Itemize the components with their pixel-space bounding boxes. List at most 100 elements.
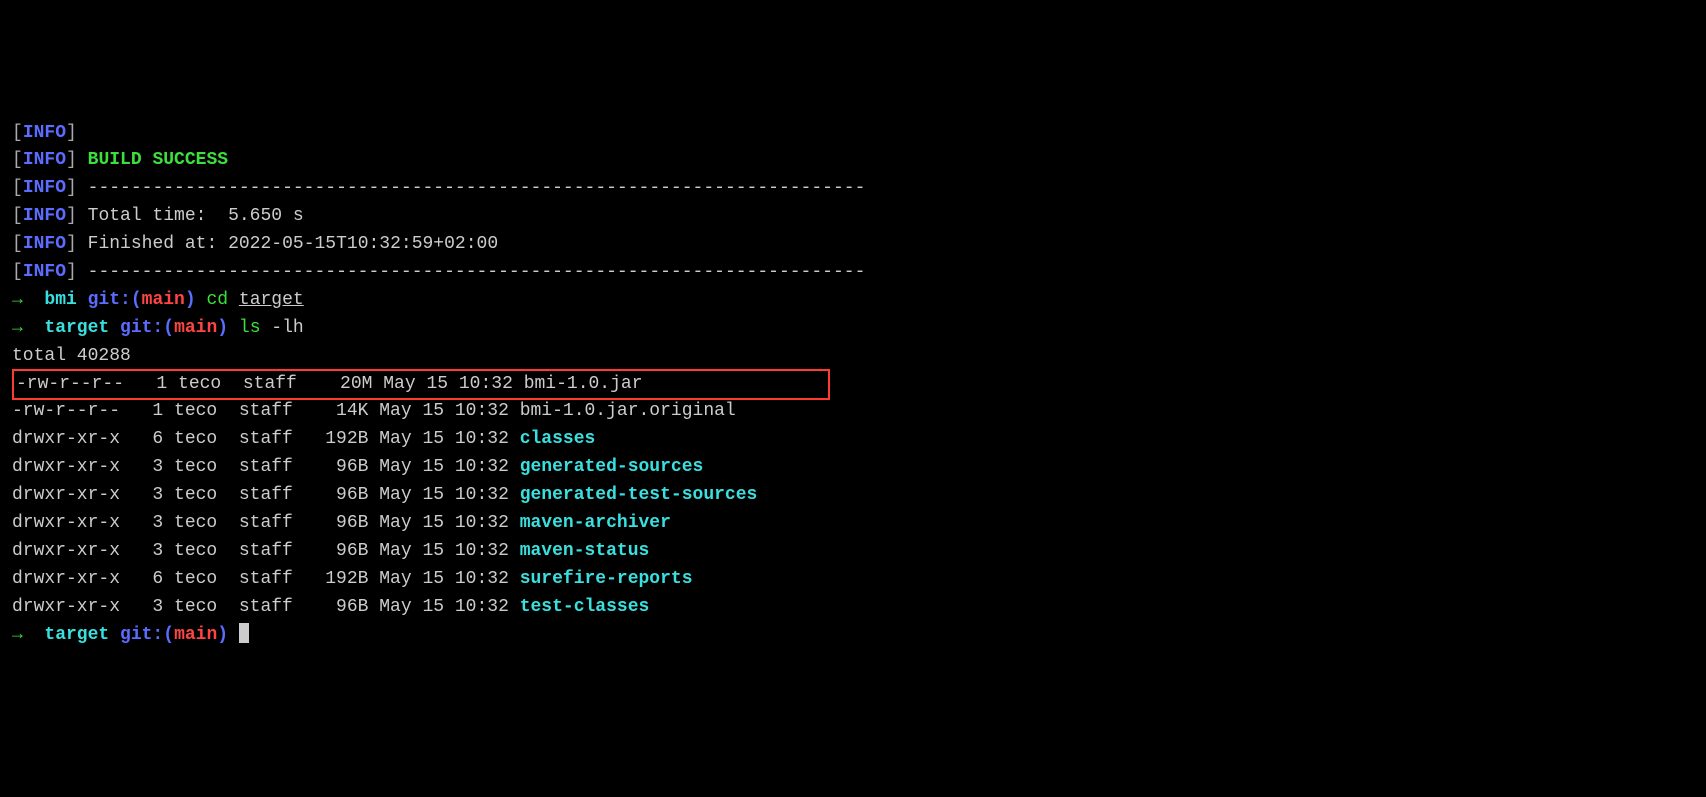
bracket: [ (12, 150, 23, 170)
file-row: drwxr-xr-x 3 teco staff 96B May 15 10:32… (12, 594, 1694, 622)
command-cd: cd (206, 290, 228, 310)
finished-value: 2022-05-15T10:32:59+02:00 (228, 234, 498, 254)
git-paren: ( (163, 318, 174, 338)
file-row-inner: drwxr-xr-x 3 teco staff 96B May 15 10:32… (12, 541, 649, 561)
file-row: drwxr-xr-x 3 teco staff 96B May 15 10:32… (12, 510, 1694, 538)
build-info-line: [INFO] Finished at: 2022-05-15T10:32:59+… (12, 231, 1694, 259)
file-row-inner: drwxr-xr-x 6 teco staff 192B May 15 10:3… (12, 429, 595, 449)
command-ls: ls (239, 318, 261, 338)
git-paren: ) (185, 290, 207, 310)
separator: ----------------------------------------… (88, 262, 866, 282)
terminal-output[interactable]: [INFO][INFO] BUILD SUCCESS[INFO] -------… (12, 120, 1694, 650)
file-meta: drwxr-xr-x 3 teco staff 96B May 15 10:32 (12, 597, 520, 617)
prompt-line-cd[interactable]: → bmi git:(main) cd target (12, 287, 1694, 315)
total-time-label: Total time: (88, 206, 228, 226)
command-arg: -lh (261, 318, 304, 338)
prompt-dir: target (44, 318, 109, 338)
info-tag: INFO (23, 206, 66, 226)
build-info-line: [INFO] BUILD SUCCESS (12, 147, 1694, 175)
git-branch: main (174, 318, 217, 338)
info-tag: INFO (23, 178, 66, 198)
bracket: ] (66, 234, 88, 254)
dir-name: maven-archiver (520, 513, 671, 533)
file-row-inner: drwxr-xr-x 3 teco staff 96B May 15 10:32… (12, 513, 671, 533)
ls-total-text: total 40288 (12, 346, 131, 366)
finished-label: Finished at: (88, 234, 228, 254)
highlighted-file-row: -rw-r--r-- 1 teco staff 20M May 15 10:32… (12, 369, 830, 401)
bracket: ] (66, 178, 88, 198)
file-row-inner: drwxr-xr-x 3 teco staff 96B May 15 10:32… (12, 485, 757, 505)
file-meta: drwxr-xr-x 3 teco staff 96B May 15 10:32 (12, 513, 520, 533)
space (109, 625, 120, 645)
prompt-arrow: → (12, 318, 44, 338)
bracket: [ (12, 178, 23, 198)
git-label: git: (120, 625, 163, 645)
file-meta: -rw-r--r-- 1 teco staff 14K May 15 10:32 (12, 401, 520, 421)
prompt-line-current[interactable]: → target git:(main) (12, 622, 1694, 650)
file-row-inner: drwxr-xr-x 3 teco staff 96B May 15 10:32… (12, 457, 703, 477)
file-name: bmi-1.0.jar (524, 374, 643, 394)
build-info-line: [INFO] Total time: 5.650 s (12, 203, 1694, 231)
file-meta: drwxr-xr-x 6 teco staff 192B May 15 10:3… (12, 429, 520, 449)
bracket: [ (12, 262, 23, 282)
file-meta: drwxr-xr-x 6 teco staff 192B May 15 10:3… (12, 569, 520, 589)
dir-name: maven-status (520, 541, 650, 561)
space (77, 290, 88, 310)
file-row-inner: drwxr-xr-x 6 teco staff 192B May 15 10:3… (12, 569, 693, 589)
prompt-dir: target (44, 625, 109, 645)
file-row-inner: -rw-r--r-- 1 teco staff 14K May 15 10:32… (12, 401, 736, 421)
dir-name: test-classes (520, 597, 650, 617)
bracket: ] (66, 262, 88, 282)
command-arg: target (239, 290, 304, 310)
dir-name: classes (520, 429, 596, 449)
space (228, 290, 239, 310)
space (109, 318, 120, 338)
git-paren: ) (217, 318, 239, 338)
git-paren: ( (131, 290, 142, 310)
file-row: drwxr-xr-x 6 teco staff 192B May 15 10:3… (12, 426, 1694, 454)
build-info-line: [INFO] ---------------------------------… (12, 259, 1694, 287)
file-row: drwxr-xr-x 3 teco staff 96B May 15 10:32… (12, 482, 1694, 510)
build-success: BUILD SUCCESS (88, 150, 228, 170)
file-row: drwxr-xr-x 3 teco staff 96B May 15 10:32… (12, 454, 1694, 482)
info-tag: INFO (23, 123, 66, 143)
ls-total: total 40288 (12, 343, 1694, 371)
file-row: drwxr-xr-x 6 teco staff 192B May 15 10:3… (12, 566, 1694, 594)
git-paren: ( (163, 625, 174, 645)
file-row-inner: drwxr-xr-x 3 teco staff 96B May 15 10:32… (12, 597, 649, 617)
file-meta: drwxr-xr-x 3 teco staff 96B May 15 10:32 (12, 541, 520, 561)
pad (643, 374, 827, 394)
file-row: drwxr-xr-x 3 teco staff 96B May 15 10:32… (12, 538, 1694, 566)
file-meta: drwxr-xr-x 3 teco staff 96B May 15 10:32 (12, 485, 520, 505)
bracket: [ (12, 123, 23, 143)
file-row: -rw-r--r-- 1 teco staff 14K May 15 10:32… (12, 398, 1694, 426)
bracket: ] (66, 150, 88, 170)
info-tag: INFO (23, 262, 66, 282)
info-tag: INFO (23, 150, 66, 170)
file-meta: -rw-r--r-- 1 teco staff 20M May 15 10:32 (16, 374, 524, 394)
cursor[interactable] (239, 623, 249, 643)
file-meta: drwxr-xr-x 3 teco staff 96B May 15 10:32 (12, 457, 520, 477)
build-info-line: [INFO] ---------------------------------… (12, 175, 1694, 203)
bracket: [ (12, 206, 23, 226)
dir-name: surefire-reports (520, 569, 693, 589)
git-branch: main (142, 290, 185, 310)
git-label: git: (88, 290, 131, 310)
total-time-value: 5.650 s (228, 206, 304, 226)
build-info-line: [INFO] (12, 120, 1694, 148)
git-label: git: (120, 318, 163, 338)
git-paren: ) (217, 625, 239, 645)
bracket: ] (66, 206, 88, 226)
bracket: [ (12, 234, 23, 254)
info-tag: INFO (23, 234, 66, 254)
prompt-arrow: → (12, 625, 44, 645)
prompt-arrow: → (12, 290, 44, 310)
dir-name: generated-test-sources (520, 485, 758, 505)
file-row: -rw-r--r-- 1 teco staff 20M May 15 10:32… (12, 371, 1694, 399)
git-branch: main (174, 625, 217, 645)
separator: ----------------------------------------… (88, 178, 866, 198)
file-name: bmi-1.0.jar.original (520, 401, 736, 421)
dir-name: generated-sources (520, 457, 704, 477)
bracket: ] (66, 123, 77, 143)
prompt-line-ls[interactable]: → target git:(main) ls -lh (12, 315, 1694, 343)
